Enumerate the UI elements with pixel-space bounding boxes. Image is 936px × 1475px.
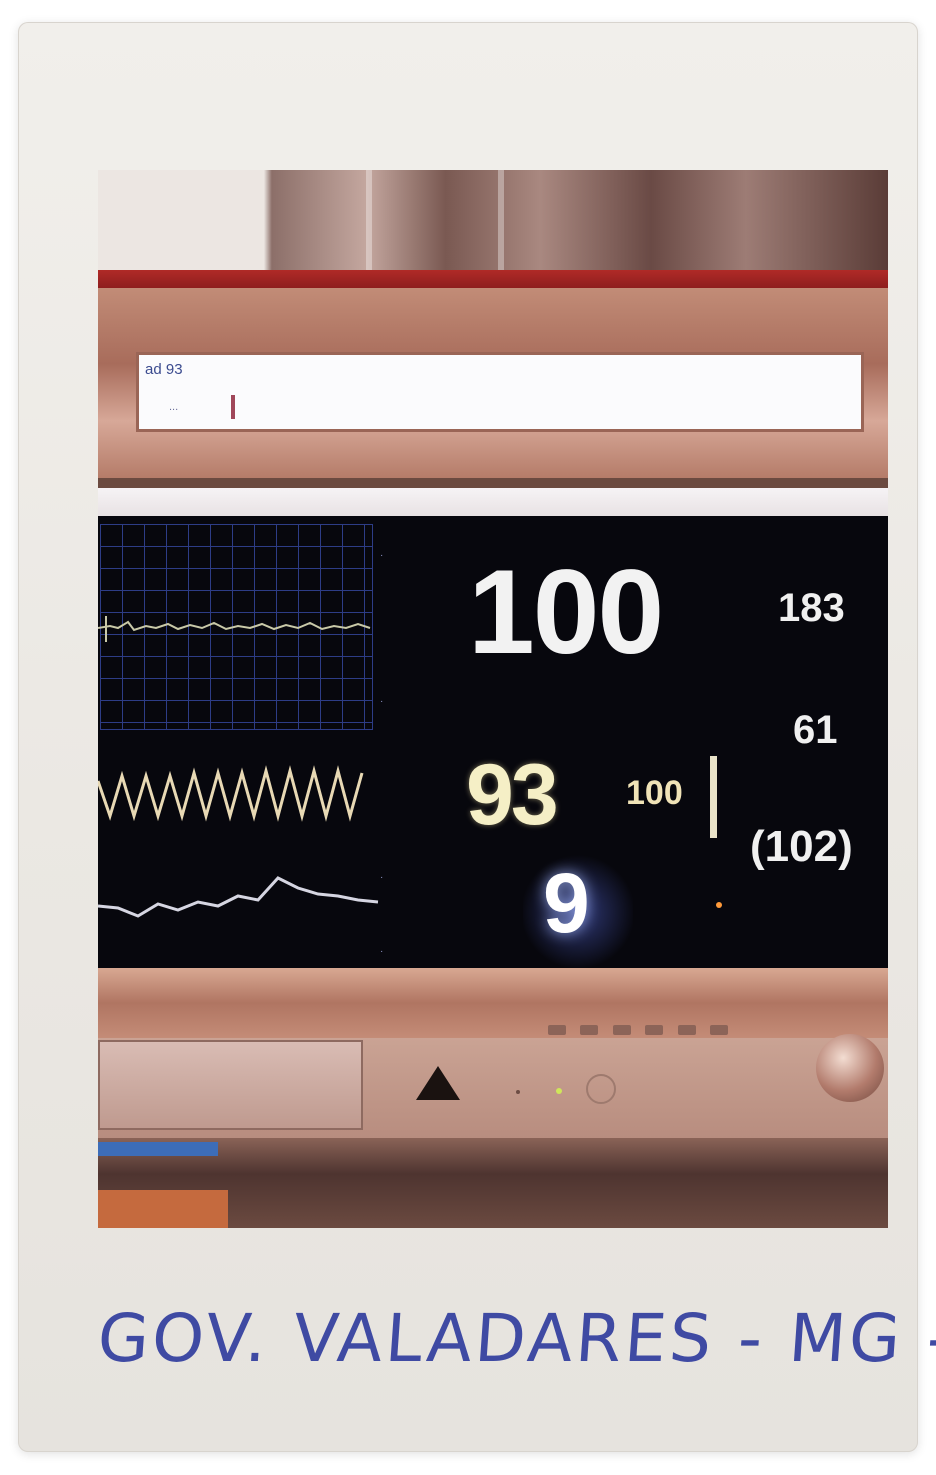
light-streak — [366, 170, 372, 270]
nibp-diastolic-value: 61 — [793, 708, 838, 752]
light-streak — [498, 170, 504, 270]
alarm-indicator-dot — [716, 902, 722, 908]
spo2-secondary-value: 100 — [626, 774, 683, 812]
panel-recess — [98, 1040, 363, 1130]
monitor-photo: ad 93 ... · · · · 100 93 100 9 183 61 (1… — [98, 170, 888, 1228]
monitor-screen: · · · · 100 93 100 9 183 61 (102) — [98, 516, 888, 972]
monitor-label-strip: ad 93 ... — [136, 352, 864, 432]
panel-button[interactable] — [645, 1025, 664, 1035]
rotary-knob[interactable] — [816, 1034, 884, 1102]
scale-tick: · — [380, 946, 384, 957]
panel-button[interactable] — [710, 1025, 729, 1035]
panel-button[interactable] — [612, 1025, 631, 1035]
heart-rate-value: 100 — [468, 545, 664, 679]
caption-text: GOV. VALADARES - MG - 2014 — [95, 1300, 936, 1377]
status-led-on — [556, 1088, 562, 1094]
status-led-off — [516, 1090, 520, 1094]
scale-tick: · — [380, 550, 384, 561]
polaroid-frame: ad 93 ... · · · · 100 93 100 9 183 61 (1… — [18, 22, 936, 1452]
pleth-waveform — [98, 765, 364, 822]
resp-waveform — [98, 876, 379, 918]
panel-button[interactable] — [548, 1025, 566, 1035]
panel-button-row — [548, 1022, 788, 1040]
scale-tick: · — [380, 696, 384, 707]
resp-rate-value: 9 — [543, 856, 590, 950]
blue-cable — [98, 1142, 218, 1156]
scale-tick: · — [380, 872, 384, 883]
label-line-1: ad 93 — [145, 361, 183, 378]
power-icon[interactable] — [586, 1074, 616, 1104]
panel-button[interactable] — [580, 1025, 599, 1035]
red-housing-band — [98, 270, 888, 288]
pulse-amplitude-bar — [710, 756, 717, 838]
screen-top-gap — [98, 488, 888, 516]
orange-object — [98, 1190, 228, 1228]
monitor-base — [98, 1138, 888, 1228]
nibp-systolic-value: 183 — [778, 586, 845, 630]
ecg-waveform — [98, 616, 371, 642]
panel-button[interactable] — [677, 1025, 696, 1035]
label-line-2: ... — [169, 401, 179, 413]
background-wall — [98, 170, 888, 270]
nibp-mean-value: (102) — [750, 822, 853, 871]
handwritten-caption: GOV. VALADARES - MG - 2014 — [95, 1300, 936, 1400]
spo2-value: 93 — [466, 747, 559, 843]
label-marker — [231, 395, 235, 419]
alarm-bell-icon[interactable] — [416, 1066, 460, 1100]
